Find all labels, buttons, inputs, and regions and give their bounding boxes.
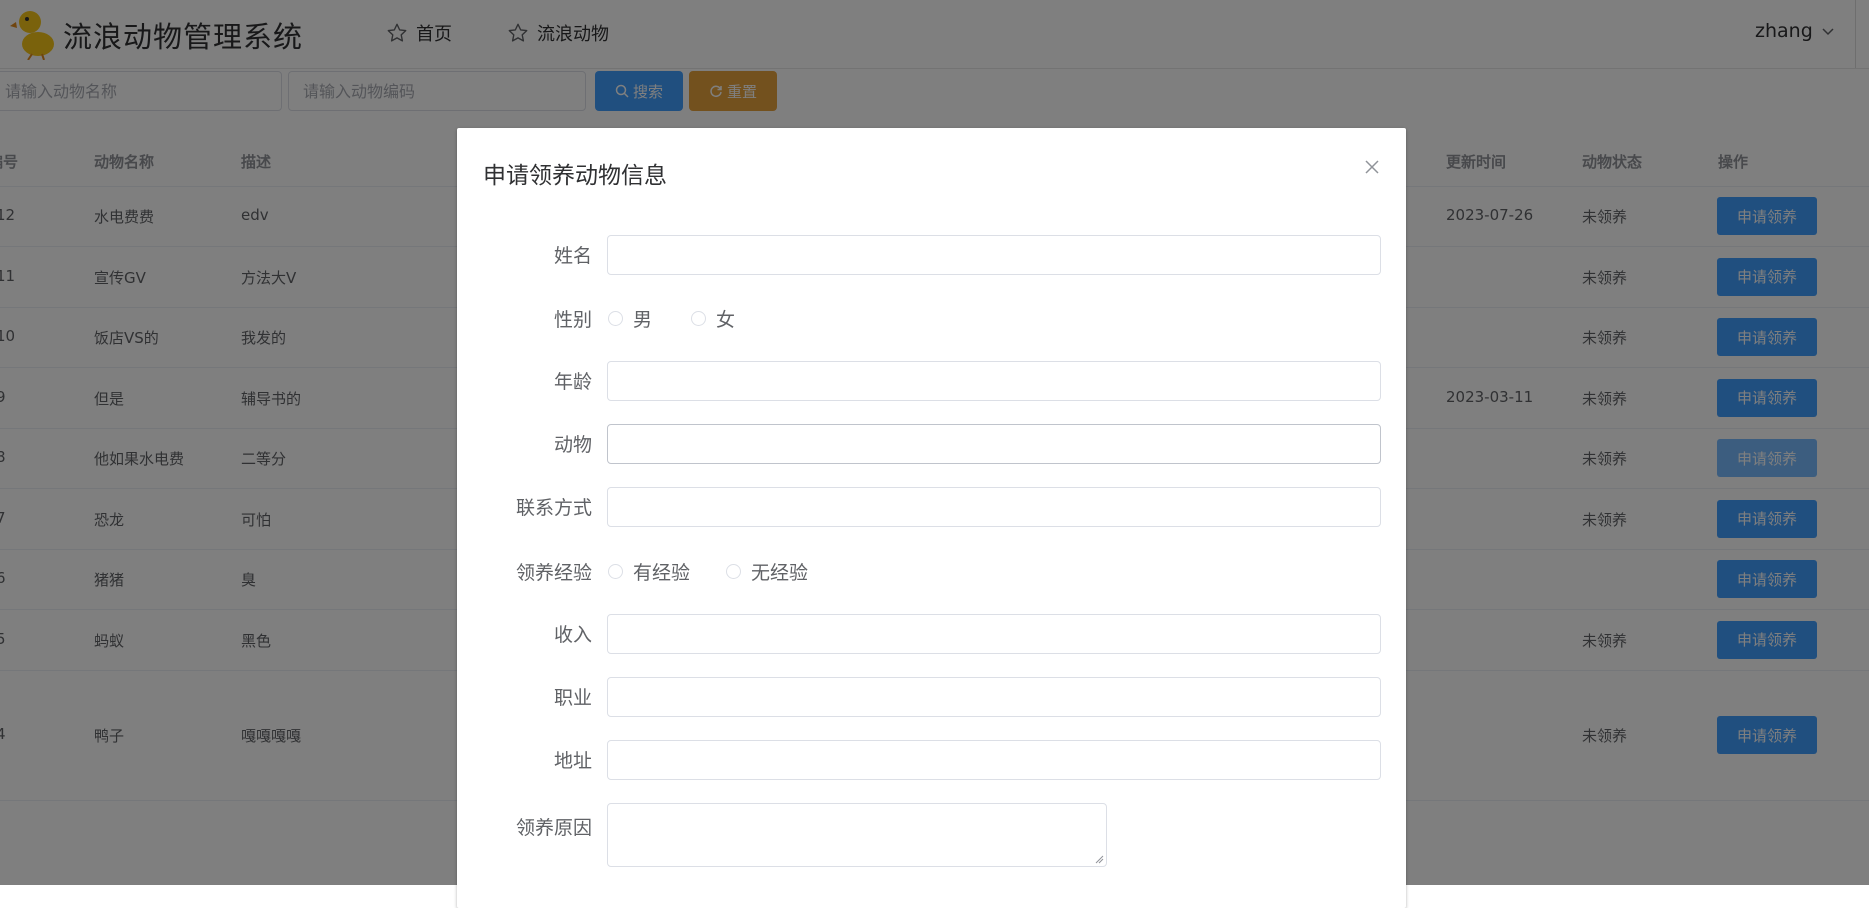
experience-radio-no[interactable]: 无经验 xyxy=(726,558,808,585)
radio-button[interactable] xyxy=(608,311,623,326)
resize-handle-icon[interactable] xyxy=(1094,854,1104,864)
experience-no-label: 无经验 xyxy=(751,562,809,584)
close-icon[interactable] xyxy=(1361,156,1383,178)
contact-field[interactable] xyxy=(607,487,1381,527)
address-label: 地址 xyxy=(553,750,592,772)
income-input[interactable] xyxy=(608,615,1380,653)
reason-textarea[interactable] xyxy=(608,804,1106,866)
gender-female-label: 女 xyxy=(716,309,736,331)
dialog-title: 申请领养动物信息 xyxy=(483,163,667,189)
gender-male-label: 男 xyxy=(633,309,653,331)
name-field[interactable] xyxy=(607,235,1381,275)
age-input[interactable] xyxy=(608,362,1380,400)
age-label: 年龄 xyxy=(553,371,592,393)
experience-label: 领养经验 xyxy=(515,562,592,584)
experience-radio-yes[interactable]: 有经验 xyxy=(608,558,690,585)
adoption-dialog: 申请领养动物信息 姓名 性别 男 女 年龄 动物 联系方式 领养经验 有经验 无… xyxy=(457,128,1406,908)
job-field[interactable] xyxy=(607,677,1381,717)
radio-button[interactable] xyxy=(726,564,741,579)
radio-button[interactable] xyxy=(608,564,623,579)
job-input[interactable] xyxy=(608,678,1380,716)
age-field[interactable] xyxy=(607,361,1381,401)
gender-radio-female[interactable]: 女 xyxy=(691,305,735,332)
animal-field[interactable] xyxy=(607,424,1381,464)
gender-label: 性别 xyxy=(553,309,592,331)
income-field[interactable] xyxy=(607,614,1381,654)
animal-input[interactable] xyxy=(608,425,1380,463)
gender-radio-male[interactable]: 男 xyxy=(608,305,652,332)
contact-label: 联系方式 xyxy=(515,497,592,519)
experience-yes-label: 有经验 xyxy=(633,562,691,584)
income-label: 收入 xyxy=(553,624,592,646)
reason-field[interactable] xyxy=(607,803,1107,867)
name-input[interactable] xyxy=(608,236,1380,274)
contact-input[interactable] xyxy=(608,488,1380,526)
radio-button[interactable] xyxy=(691,311,706,326)
address-field[interactable] xyxy=(607,740,1381,780)
name-label: 姓名 xyxy=(553,245,592,267)
animal-label: 动物 xyxy=(553,434,592,456)
reason-label: 领养原因 xyxy=(515,817,592,839)
address-input[interactable] xyxy=(608,741,1380,779)
job-label: 职业 xyxy=(553,687,592,709)
